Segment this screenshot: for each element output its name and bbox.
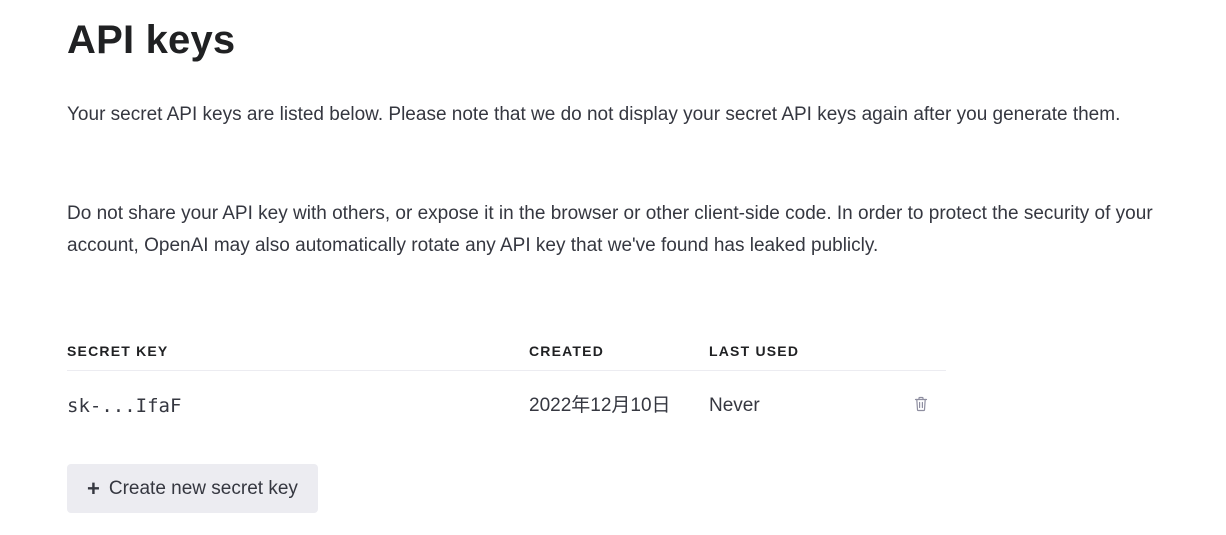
column-header-secret-key: SECRET KEY [67,331,529,371]
column-header-created: CREATED [529,331,709,371]
table-header-row: SECRET KEY CREATED LAST USED [67,331,946,371]
last-used-value: Never [709,395,760,416]
plus-icon: + [87,475,100,501]
delete-key-button[interactable] [911,394,931,414]
row-actions [914,371,946,442]
column-header-last-used: LAST USED [709,331,914,371]
secret-key-value: sk-...IfaF [67,395,182,417]
page-title: API keys [67,18,236,62]
create-new-secret-key-button[interactable]: + Create new secret key [67,464,318,513]
trash-icon [914,396,928,412]
intro-paragraph: Your secret API keys are listed below. P… [67,104,1121,125]
create-button-label: Create new secret key [108,477,298,499]
security-paragraph: Do not share your API key with others, o… [67,203,1153,256]
table-row: sk-...IfaF 2022年12月10日 Never [67,371,946,442]
created-date: 2022年12月10日 [529,395,671,416]
api-keys-table: SECRET KEY CREATED LAST USED sk-...IfaF … [67,331,946,441]
column-header-actions [914,331,946,371]
